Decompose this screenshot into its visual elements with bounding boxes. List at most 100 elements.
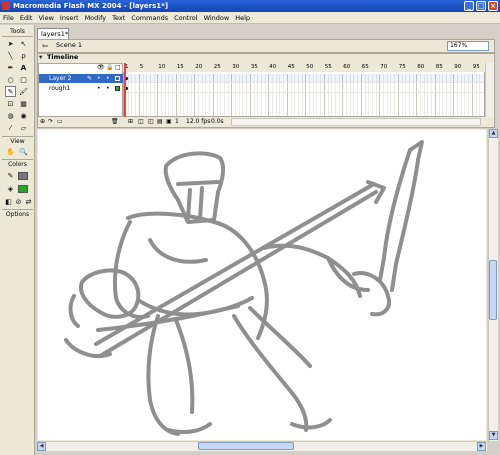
menu-help[interactable]: Help	[235, 14, 250, 22]
insert-folder-icon[interactable]: ▭	[57, 117, 63, 127]
onion-markers-icon[interactable]: ▣	[166, 117, 172, 127]
menu-text[interactable]: Text	[112, 14, 125, 22]
frame-number: 35	[250, 64, 258, 70]
hand-tool-icon[interactable]: ✋	[5, 146, 16, 157]
fill-color-icon[interactable]: ◈	[5, 183, 16, 194]
text-tool-icon[interactable]: A	[18, 62, 29, 73]
frame-number: 85	[435, 64, 443, 70]
scroll-right-arrow-icon[interactable]: ▶	[477, 442, 486, 451]
rectangle-tool-icon[interactable]: □	[18, 74, 29, 85]
fill-color-swatch[interactable]	[18, 185, 28, 193]
frame-number: 65	[361, 64, 369, 70]
frame-number: 70	[380, 64, 388, 70]
frame-number: 55	[324, 64, 332, 70]
frame-number: 45	[287, 64, 295, 70]
frame-number: 10	[158, 64, 166, 70]
pencil-tool-icon[interactable]: ✎	[5, 86, 16, 97]
layer-color-swatch[interactable]	[115, 86, 120, 91]
zoom-tool-icon[interactable]: 🔍	[18, 146, 29, 157]
lock-icon[interactable]: 🔒	[106, 64, 113, 71]
frame-number: 95	[472, 64, 480, 70]
subselect-tool-icon[interactable]: ↖	[18, 38, 29, 49]
line-tool-icon[interactable]: ╲	[5, 50, 16, 61]
elapsed-time: 0.0s	[211, 118, 224, 125]
pencil-icon: ✎	[87, 75, 93, 82]
fill-transform-tool-icon[interactable]: ▦	[18, 98, 29, 109]
frame-number: 5	[139, 64, 144, 70]
scroll-up-arrow-icon[interactable]: ▲	[489, 129, 498, 138]
edit-bar: ⇦ 🎬 ❖	[37, 39, 495, 53]
playhead[interactable]	[124, 63, 126, 117]
zoom-select[interactable]: 167%	[447, 41, 489, 51]
eyedropper-tool-icon[interactable]: ⁄	[5, 122, 16, 133]
oval-tool-icon[interactable]: ○	[5, 74, 16, 85]
frame-number: 30	[232, 64, 240, 70]
onion-outline-icon[interactable]: ◰	[148, 117, 154, 127]
brush-tool-icon[interactable]: 🖌	[18, 86, 29, 97]
layer-row-layer-2[interactable]: Layer 2 ✎ • •	[39, 74, 123, 83]
tools-panel: Tools ➤ ↖ ╲ ρ ✒ A ○ □ ✎ 🖌 ⊡ ▦ ◍ ◉ ⁄ ▱ Vi…	[0, 25, 35, 455]
timeline-scrollbar[interactable]	[485, 63, 494, 117]
current-frame: 1	[175, 118, 179, 125]
sketch-drawing	[64, 140, 424, 436]
menu-commands[interactable]: Commands	[131, 14, 168, 22]
stage-canvas[interactable]	[38, 130, 486, 440]
stage-vertical-scroll-thumb[interactable]	[489, 260, 497, 320]
frame-rate: 12.0 fps	[186, 118, 211, 125]
free-transform-tool-icon[interactable]: ⊡	[5, 98, 16, 109]
outline-icon[interactable]: □	[115, 64, 121, 71]
frame-number: 25	[213, 64, 221, 70]
layer-list: 👁 🔒 □ Layer 2 ✎ • • rough1 • •	[38, 63, 123, 117]
timeline-hscroll[interactable]	[231, 118, 481, 126]
minimize-button[interactable]: _	[464, 1, 474, 11]
menu-insert[interactable]: Insert	[60, 14, 79, 22]
paint-bucket-tool-icon[interactable]: ◉	[18, 110, 29, 121]
layer-color-swatch[interactable]	[115, 76, 120, 81]
menu-edit[interactable]: Edit	[20, 14, 33, 22]
frame-number: 50	[306, 64, 314, 70]
view-label: View	[10, 138, 25, 145]
frame-ruler[interactable]: 1 5 10 15 20 25 30 35 40 45 50 55 60 65 70 75 80 85 90 95	[123, 63, 485, 72]
insert-layer-icon[interactable]: ⊕	[40, 117, 45, 127]
eraser-tool-icon[interactable]: ▱	[18, 122, 29, 133]
edit-multiple-icon[interactable]: ▤	[157, 117, 163, 127]
maximize-button[interactable]: □	[476, 1, 486, 11]
timeline-footer: ⊕ ↷ ▭ 🗑 ⊞ ◫ ◰ ▤ ▣ 1 12.0 fps 0.0s	[38, 117, 485, 127]
swap-colors-icon[interactable]: ⇄	[23, 196, 34, 207]
menu-view[interactable]: View	[38, 14, 53, 22]
scroll-left-arrow-icon[interactable]: ◀	[37, 442, 46, 451]
colors-label: Colors	[8, 161, 27, 168]
ink-bottle-tool-icon[interactable]: ◍	[5, 110, 16, 121]
arrow-tool-icon[interactable]: ➤	[5, 38, 16, 49]
menu-file[interactable]: File	[3, 14, 14, 22]
eye-icon[interactable]: 👁	[97, 64, 105, 71]
onion-skin-icon[interactable]: ◫	[138, 117, 144, 127]
menu-bar: File Edit View Insert Modify Text Comman…	[0, 12, 500, 24]
collapse-arrow-icon[interactable]: ▾	[39, 53, 42, 62]
scroll-down-arrow-icon[interactable]: ▼	[489, 431, 498, 440]
frame-number: 60	[343, 64, 351, 70]
stroke-color-swatch[interactable]	[18, 172, 28, 180]
timeline-title[interactable]: ▾ Timeline	[37, 53, 495, 62]
frame-number: 90	[454, 64, 462, 70]
menu-window[interactable]: Window	[204, 14, 230, 22]
frame-number: 20	[195, 64, 203, 70]
close-button[interactable]: ×	[488, 1, 498, 11]
document-tab[interactable]: layers1*	[37, 28, 69, 39]
tools-header: Tools	[10, 28, 25, 35]
frame-row[interactable]	[124, 74, 484, 83]
frame-row[interactable]	[124, 84, 484, 93]
delete-layer-icon[interactable]: 🗑	[111, 117, 119, 127]
motion-guide-icon[interactable]: ↷	[48, 117, 53, 127]
lasso-tool-icon[interactable]: ρ	[18, 50, 29, 61]
pen-tool-icon[interactable]: ✒	[5, 62, 16, 73]
stage-horizontal-scroll-thumb[interactable]	[198, 442, 294, 450]
window-title: Macromedia Flash MX 2004 - [layers1*]	[13, 2, 169, 10]
stroke-color-icon[interactable]: ✎	[5, 170, 16, 181]
frame-number: 15	[176, 64, 184, 70]
menu-control[interactable]: Control	[174, 14, 198, 22]
back-arrow-icon[interactable]: ⇦	[42, 42, 48, 50]
center-frame-icon[interactable]: ⊞	[128, 117, 133, 127]
layer-row-rough1[interactable]: rough1 • •	[39, 84, 123, 93]
menu-modify[interactable]: Modify	[85, 14, 107, 22]
